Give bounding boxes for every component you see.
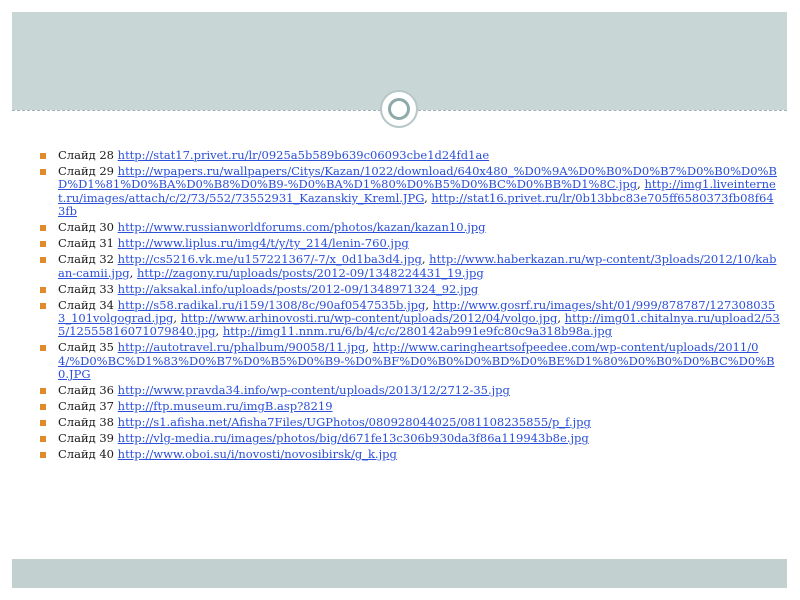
ring-ornament-icon <box>380 90 418 128</box>
square-bullet-icon <box>40 169 46 175</box>
slide-label: Слайд 31 <box>58 236 114 251</box>
source-link[interactable]: http://s58.radikal.ru/i159/1308/8c/90af0… <box>118 298 426 312</box>
square-bullet-icon <box>40 388 46 395</box>
square-bullet-icon <box>40 225 46 232</box>
source-item: Слайд 39 http://vlg-media.ru/images/phot… <box>40 432 780 445</box>
source-link[interactable]: http://www.arhinovosti.ru/wp-content/upl… <box>181 311 558 325</box>
slide-label: Слайд 29 <box>58 164 114 178</box>
square-bullet-icon <box>40 345 46 352</box>
source-item: Слайд 35 http://autotravel.ru/phalbum/90… <box>40 341 780 381</box>
source-item: Слайд 28 http://stat17.privet.ru/lr/0925… <box>40 148 780 162</box>
source-item: Слайд 31 http://www.liplus.ru/img4/t/y/t… <box>40 237 780 250</box>
square-bullet-icon <box>40 302 46 309</box>
square-bullet-icon <box>40 241 46 248</box>
slide: Слайд 28 http://stat17.privet.ru/lr/0925… <box>12 12 787 588</box>
source-item: Слайд 36 http://www.pravda34.info/wp-con… <box>40 384 780 397</box>
square-bullet-icon <box>40 286 46 293</box>
source-item: Слайд 34 http://s58.radikal.ru/i159/1308… <box>40 297 780 339</box>
slide-label: Слайд 28 <box>58 148 114 162</box>
source-item: Слайд 38 http://s1.afisha.net/Afisha7Fil… <box>40 416 780 429</box>
square-bullet-icon <box>40 436 46 443</box>
source-link[interactable]: http://autotravel.ru/phalbum/90058/11.jp… <box>118 340 366 354</box>
source-item: Слайд 40 http://www.oboi.su/i/novosti/no… <box>40 448 780 461</box>
source-link[interactable]: http://www.russianworldforums.com/photos… <box>118 220 486 234</box>
ring-inner <box>388 98 410 120</box>
square-bullet-icon <box>40 404 46 411</box>
source-link[interactable]: http://zagony.ru/uploads/posts/2012-09/1… <box>137 266 484 280</box>
source-item: Слайд 33 http://aksakal.info/uploads/pos… <box>40 281 780 296</box>
source-link[interactable]: http://cs5216.vk.me/u157221367/-7/x_0d1b… <box>118 252 422 266</box>
slide-label: Слайд 37 <box>58 399 114 414</box>
square-bullet-icon <box>40 257 46 264</box>
slide-label: Слайд 39 <box>58 431 114 446</box>
slide-label: Слайд 38 <box>58 415 114 430</box>
source-link[interactable]: http://ftp.museum.ru/imgB.asp?8219 <box>118 399 333 413</box>
sources-list: Слайд 28 http://stat17.privet.ru/lr/0925… <box>40 148 780 464</box>
slide-label: Слайд 32 <box>58 252 114 267</box>
source-link[interactable]: http://www.liplus.ru/img4/t/y/ty_214/len… <box>118 236 409 250</box>
source-link[interactable]: http://img11.nnm.ru/6/b/4/c/c/280142ab99… <box>223 324 612 338</box>
square-bullet-icon <box>40 153 46 159</box>
source-link[interactable]: http://aksakal.info/uploads/posts/2012-0… <box>118 282 479 296</box>
slide-label: Слайд 36 <box>58 383 114 398</box>
source-item: Слайд 30 http://www.russianworldforums.c… <box>40 221 780 234</box>
source-link[interactable]: http://s1.afisha.net/Afisha7Files/UGPhot… <box>118 415 591 429</box>
slide-label: Слайд 40 <box>58 447 114 462</box>
source-link[interactable]: http://www.oboi.su/i/novosti/novosibirsk… <box>118 447 397 461</box>
source-item: Слайд 32 http://cs5216.vk.me/u157221367/… <box>40 252 780 280</box>
square-bullet-icon <box>40 452 46 459</box>
source-item: Слайд 37 http://ftp.museum.ru/imgB.asp?8… <box>40 400 780 413</box>
slide-label: Слайд 34 <box>58 297 114 312</box>
source-item: Слайд 29 http://wpapers.ru/wallpapers/Ci… <box>40 164 780 219</box>
source-link[interactable]: http://vlg-media.ru/images/photos/big/d6… <box>118 431 589 445</box>
slide-label: Слайд 35 <box>58 340 114 355</box>
square-bullet-icon <box>40 420 46 427</box>
footer-band <box>12 559 787 588</box>
source-link[interactable]: http://www.pravda34.info/wp-content/uplo… <box>118 383 510 397</box>
source-link[interactable]: http://stat17.privet.ru/lr/0925a5b589b63… <box>118 148 489 162</box>
slide-label: Слайд 33 <box>58 281 114 296</box>
slide-label: Слайд 30 <box>58 220 114 235</box>
